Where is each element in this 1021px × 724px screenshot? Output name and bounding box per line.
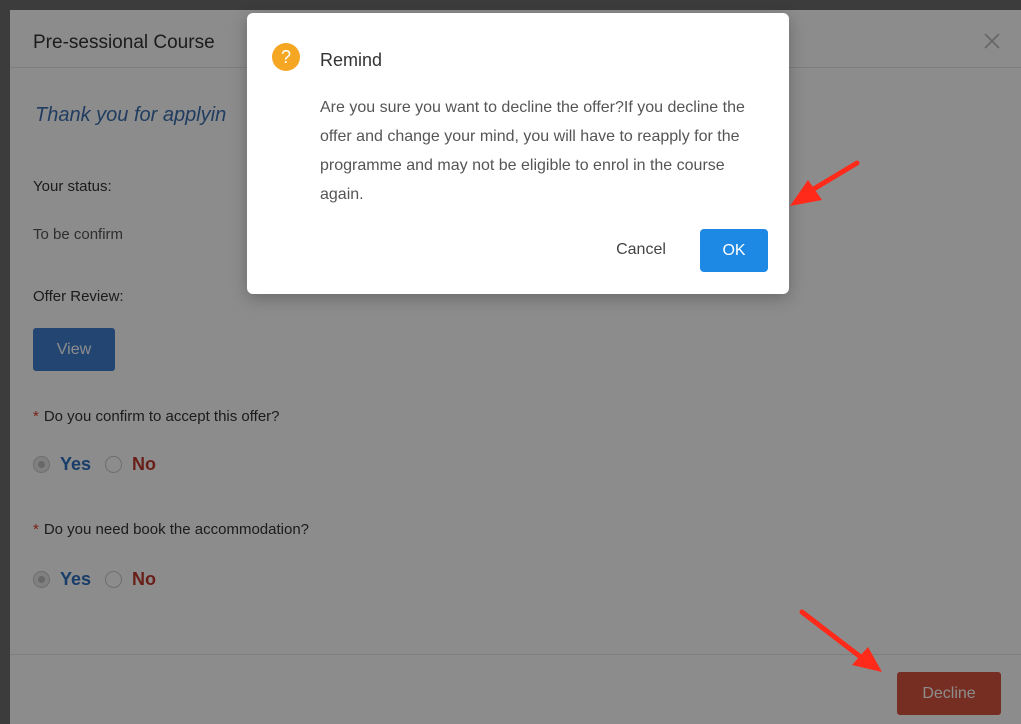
confirm-dialog: ? Remind Are you sure you want to declin… [247,13,789,294]
question-warning-icon: ? [272,43,300,71]
dialog-title: Remind [320,50,383,70]
dialog-message: Are you sure you want to decline the off… [320,99,745,203]
ok-button[interactable]: OK [700,229,768,272]
cancel-button[interactable]: Cancel [602,235,680,265]
